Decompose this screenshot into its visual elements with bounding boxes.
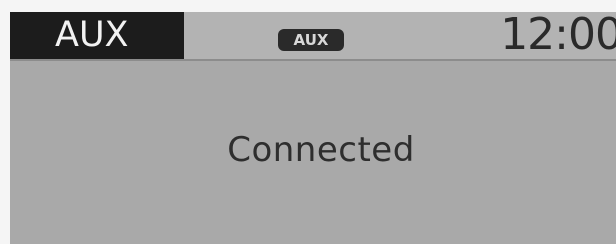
display-screen: AUX AUX 12:00 Connected <box>10 12 616 244</box>
source-mode-tab[interactable]: AUX <box>10 12 184 59</box>
source-mode-label: AUX <box>55 15 129 55</box>
status-bar: AUX AUX 12:00 <box>10 12 616 60</box>
connection-status-message: Connected <box>227 130 415 170</box>
header-divider <box>10 59 616 61</box>
aux-indicator-badge: AUX <box>278 29 344 51</box>
clock: 12:00 <box>500 12 616 60</box>
